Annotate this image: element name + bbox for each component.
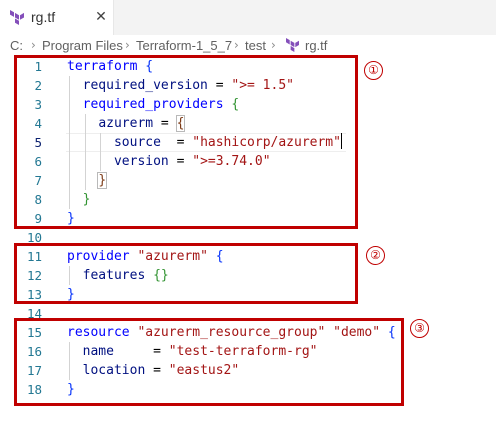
chevron-right-icon: ›	[234, 38, 239, 52]
terraform-icon	[286, 38, 299, 52]
annotation-number-3: ③	[410, 319, 429, 338]
tab-bar: rg.tf ✕	[0, 0, 496, 35]
chevron-right-icon: ›	[125, 38, 130, 52]
breadcrumb-item-program-files[interactable]: Program Files	[42, 38, 123, 53]
annotation-number-2: ②	[366, 246, 385, 265]
breadcrumb-item-file[interactable]: rg.tf	[305, 38, 327, 53]
breadcrumb: C: › Program Files › Terraform-1_5_7 › t…	[0, 35, 496, 57]
tab-rg-tf[interactable]: rg.tf ✕	[0, 0, 114, 35]
close-icon[interactable]: ✕	[93, 8, 109, 26]
breadcrumb-item-test[interactable]: test	[245, 38, 266, 53]
annotation-number-1: ①	[364, 61, 383, 80]
annotation-box-terraform-block	[14, 55, 358, 229]
annotation-box-resource-block	[14, 318, 404, 406]
breadcrumb-item-drive[interactable]: C:	[10, 38, 23, 53]
breadcrumb-item-terraform[interactable]: Terraform-1_5_7	[136, 38, 232, 53]
terraform-icon	[10, 10, 24, 25]
annotation-box-provider-block	[14, 243, 358, 304]
chevron-right-icon: ›	[31, 38, 36, 52]
tab-label: rg.tf	[31, 9, 56, 25]
chevron-right-icon: ›	[271, 38, 276, 52]
